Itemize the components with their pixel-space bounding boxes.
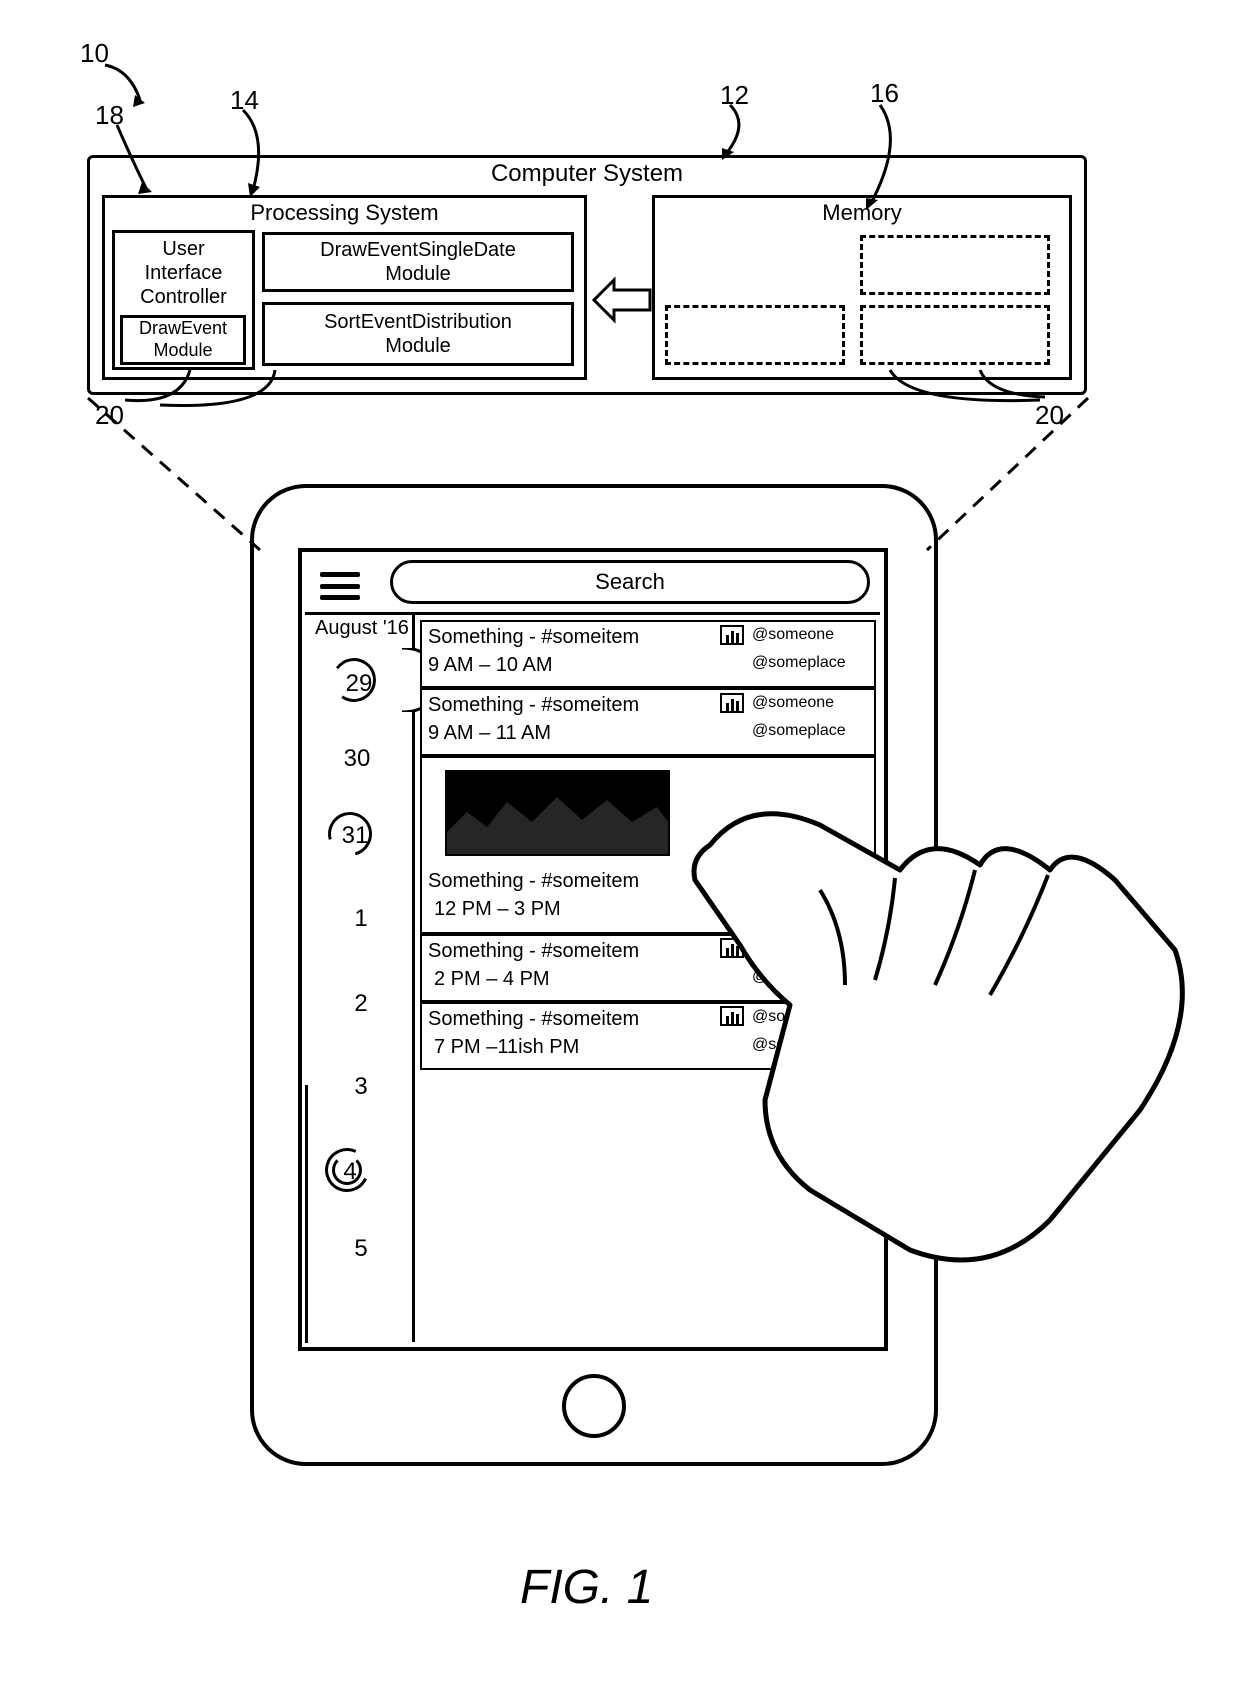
memory-slot-2 xyxy=(665,305,845,365)
event-0-title: Something - #someitem xyxy=(428,626,639,649)
date-2[interactable]: 2 xyxy=(344,990,378,1018)
draw-event-module-box: DrawEvent Module xyxy=(120,315,246,365)
search-placeholder-text: Search xyxy=(595,569,665,595)
event-0-user: @someone xyxy=(752,626,834,644)
event-0-time: 9 AM – 10 AM xyxy=(428,654,553,677)
people-icon xyxy=(720,693,744,713)
memory-slot-1 xyxy=(860,235,1050,295)
memory-slot-3 xyxy=(860,305,1050,365)
processing-system-label: Processing System xyxy=(102,200,587,226)
people-icon xyxy=(720,625,744,645)
ui-controller-l3: Controller xyxy=(140,285,227,309)
event-4-title: Something - #someitem xyxy=(428,1008,639,1031)
draw-event-single-date-box: DrawEventSingleDate Module xyxy=(262,232,574,292)
event-0-place: @someplace xyxy=(752,654,846,672)
arrow-memory-to-processing xyxy=(592,275,652,325)
date-rail xyxy=(305,612,415,1342)
event-1-time: 9 AM – 11 AM xyxy=(428,722,551,745)
memory-label: Memory xyxy=(652,200,1072,226)
figure-label: FIG. 1 xyxy=(520,1560,653,1615)
leader-10-arc xyxy=(95,55,155,115)
ui-controller-l1: User xyxy=(162,237,204,261)
event-3-time: 2 PM – 4 PM xyxy=(434,968,550,991)
event-2-title: Something - #someitem xyxy=(428,870,639,893)
event-2-image xyxy=(445,770,670,856)
hamburger-icon[interactable] xyxy=(320,572,360,600)
event-3-title: Something - #someitem xyxy=(428,940,639,963)
event-1-user: @someone xyxy=(752,694,834,712)
event-2-time: 12 PM – 3 PM xyxy=(434,898,561,921)
date-5[interactable]: 5 xyxy=(344,1235,378,1263)
ui-controller-l2: Interface xyxy=(145,261,223,285)
date-30[interactable]: 30 xyxy=(340,745,374,773)
date-1[interactable]: 1 xyxy=(344,905,378,933)
home-button[interactable] xyxy=(562,1374,626,1438)
event-1-title: Something - #someitem xyxy=(428,694,639,717)
event-4-time: 7 PM –11ish PM xyxy=(434,1036,579,1059)
date-4[interactable]: 4 xyxy=(340,1158,360,1186)
computer-system-label: Computer System xyxy=(87,160,1087,188)
event-1-place: @someplace xyxy=(752,722,846,740)
date-31[interactable]: 31 xyxy=(338,822,372,850)
pointing-hand-icon xyxy=(670,770,1190,1290)
date-3[interactable]: 3 xyxy=(344,1073,378,1101)
search-input[interactable]: Search xyxy=(390,560,870,604)
sort-event-distribution-box: SortEventDistribution Module xyxy=(262,302,574,366)
date-29[interactable]: 29 xyxy=(342,670,376,698)
